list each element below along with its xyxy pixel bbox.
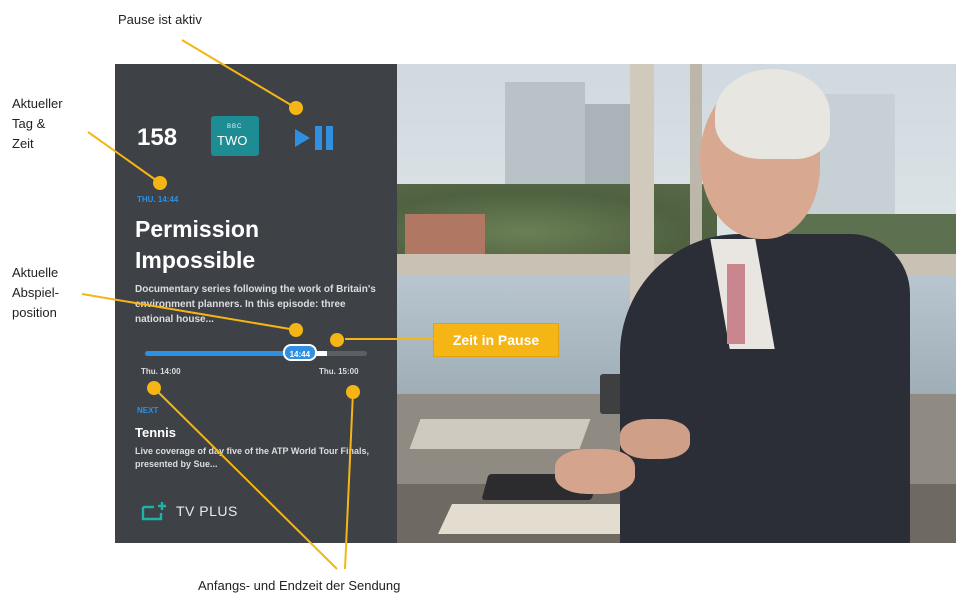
annotation-line: Tag & [12, 116, 46, 131]
channel-number: 158 [137, 124, 178, 151]
channel-logo-small: BBC [227, 124, 243, 130]
channel-logo-text: TWO [217, 133, 248, 148]
annotation-line: Aktueller [12, 96, 63, 111]
desk-tray [409, 419, 591, 449]
person-hair [715, 69, 830, 159]
current-day-time: THU. 14:44 [137, 195, 179, 204]
annotation-line: Abspiel- [12, 285, 59, 300]
person-body [620, 234, 910, 543]
info-panel: 158 BBC TWO THU. 14:44 Permission Imposs… [115, 64, 397, 543]
brand-logo: TV PLUS [140, 500, 238, 522]
tv-screen: 158 BBC TWO THU. 14:44 Permission Imposs… [115, 64, 956, 543]
annotation-pause-active: Pause ist aktiv [118, 12, 202, 27]
play-pause-icon[interactable] [293, 122, 339, 154]
tv-plus-logo-icon [141, 502, 166, 521]
person-hand [555, 449, 635, 494]
person-hand [620, 419, 690, 459]
annotation-line: Zeit [12, 136, 34, 151]
annotation-paused-time: Zeit in Pause [433, 323, 559, 357]
next-label: NEXT [137, 406, 159, 415]
next-program-title: Tennis [135, 425, 176, 440]
brand-text: TV PLUS [176, 503, 238, 519]
person-tie [727, 264, 745, 344]
start-time: Thu. 14:00 [141, 367, 181, 376]
next-program-description: Live coverage of day five of the ATP Wor… [135, 446, 370, 469]
progress-played [145, 351, 305, 356]
program-description: Documentary series following the work of… [135, 284, 376, 325]
annotation-line: position [12, 305, 57, 320]
progress-bar[interactable]: 14:44 [145, 344, 367, 361]
annotation-current-position: Aktuelle Abspiel- position [12, 263, 59, 323]
program-title: Permission Impossible [135, 216, 259, 273]
background-roof [405, 214, 485, 254]
annotation-start-end-time: Anfangs- und Endzeit der Sendung [198, 578, 401, 593]
current-position-marker[interactable]: 14:44 [282, 344, 317, 361]
annotation-line: Aktuelle [12, 265, 59, 280]
end-time: Thu. 15:00 [319, 367, 359, 376]
annotation-current-day-time: Aktueller Tag & Zeit [12, 94, 63, 154]
channel-logo: BBC TWO [211, 116, 259, 156]
